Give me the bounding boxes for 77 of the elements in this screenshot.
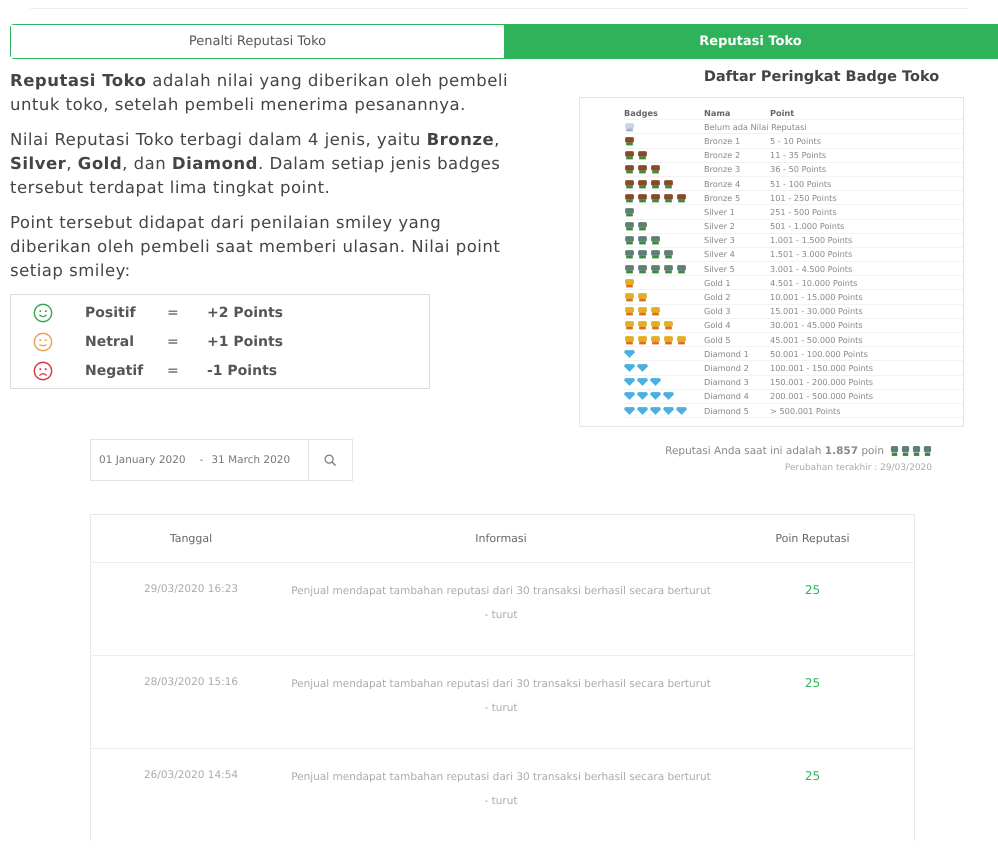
badge-name: Silver 5 xyxy=(704,264,736,274)
badge-points: 150.001 - 200.000 Points xyxy=(770,377,874,388)
date-range-field[interactable]: 01 January 2020 - 31 March 2020 xyxy=(90,439,353,482)
points-cell-text: 25 xyxy=(804,769,822,784)
column-header: Nama xyxy=(704,108,732,118)
badge-name: Silver 2 xyxy=(704,221,736,232)
badge-points: 1.001 - 1.500 Points xyxy=(770,235,854,246)
badge-name: Bronze 4 xyxy=(704,178,742,189)
points-cell-text: 25 xyxy=(804,583,822,598)
info-cell-text: Penjual mendapat tambahan reputasi dari 30 transaksi berhasil secara berturut - turut xyxy=(291,770,711,810)
badge-points: 15.001 - 30.000 Points xyxy=(770,306,864,316)
badge-name: Bronze 5 xyxy=(704,192,742,203)
badge-points: 200.001 - 500.000 Points xyxy=(770,391,874,402)
smiley-points: +2 Points xyxy=(207,304,284,320)
tab[interactable]: Reputasi Toko xyxy=(504,25,997,58)
paragraph: Reputasi Toko adalah nilai yang diberikan oleh pembeli untuk toko, setelah pembeli menerima pesanannya. xyxy=(10,70,510,116)
smiley-label: Positif xyxy=(85,304,137,320)
column-header: Informasi xyxy=(474,530,528,547)
badge-name: Belum ada Nilai Reputasi xyxy=(704,122,808,132)
info-cell-text: Penjual mendapat tambahan reputasi dari 30 transaksi berhasil secara berturut - turut xyxy=(291,584,711,624)
badge-name: Silver 3 xyxy=(704,235,736,246)
badge-name: Bronze 3 xyxy=(704,164,742,174)
column-header: Badges xyxy=(624,108,659,118)
badge-points: 51 - 100 Points xyxy=(770,178,832,189)
badge-points: 11 - 35 Points xyxy=(770,150,828,160)
column-header: Point xyxy=(770,108,796,118)
badge-name: Gold 4 xyxy=(704,320,732,330)
badge-name: Gold 2 xyxy=(704,292,732,302)
badge-points: 3.001 - 4.500 Points xyxy=(770,264,854,274)
badge-name: Diamond 2 xyxy=(704,362,750,373)
badge-points: > 500.001 Points xyxy=(770,406,842,416)
paragraph: Point tersebut didapat dari penilaian smiley yang diberikan oleh pembeli saat memberi ulasan. Nilai point setiap smiley: xyxy=(10,212,502,282)
badge-name: Gold 1 xyxy=(704,278,732,288)
paragraph: Nilai Reputasi Toko terbagi dalam 4 jenis, yaitu Bronze, Silver, Gold, dan Diamond. Dalam setiap jenis badges tersebut terdapat lima tingkat point. xyxy=(10,129,502,199)
badge-name: Gold 5 xyxy=(704,334,732,345)
badge-name: Bronze 1 xyxy=(704,136,742,146)
badge-name: Gold 3 xyxy=(704,306,732,316)
equals-sign: = xyxy=(167,362,180,378)
date-cell-text: 29/03/2020 16:23 xyxy=(142,583,240,596)
badge-points: 45.001 - 50.000 Points xyxy=(770,334,864,345)
smiley-label: Netral xyxy=(85,334,136,350)
column-header: Tanggal xyxy=(168,532,214,546)
badge-name: Diamond 5 xyxy=(704,406,750,416)
equals-sign: = xyxy=(167,334,180,350)
badge-name: Diamond 1 xyxy=(704,348,750,359)
badge-points: 100.001 - 150.000 Points xyxy=(770,362,874,373)
start-date: 01 January 2020 xyxy=(99,454,186,466)
badge-name: Silver 1 xyxy=(704,206,736,217)
date-cell-text: 28/03/2020 15:16 xyxy=(142,676,240,688)
smiley-points: +1 Points xyxy=(207,334,284,350)
current-reputation: Reputasi Anda saat ini adalah 1.857 poin xyxy=(665,445,884,458)
smiley-points: -1 Points xyxy=(207,362,278,378)
badge-points: 251 - 500 Points xyxy=(770,206,838,217)
date-separator: - xyxy=(200,454,204,466)
badge-points: 501 - 1.000 Points xyxy=(770,221,846,232)
badge-points: 1.501 - 3.000 Points xyxy=(770,249,854,260)
badge-points: 30.001 - 45.000 Points xyxy=(770,320,864,330)
badge-name: Silver 4 xyxy=(704,249,736,260)
badge-points: 50.001 - 100.000 Points xyxy=(770,348,869,359)
badge-points: 4.501 - 10.000 Points xyxy=(770,278,858,288)
badge-points: 10.001 - 15.000 Points xyxy=(770,292,864,302)
badge-points: 5 - 10 Points xyxy=(770,136,822,146)
badge-points: 36 - 50 Points xyxy=(770,164,828,174)
points-cell-text: 25 xyxy=(804,676,822,690)
badge-name: Bronze 2 xyxy=(704,150,742,160)
smiley-label: Negatif xyxy=(85,362,144,378)
equals-sign: = xyxy=(167,304,180,320)
search-icon xyxy=(324,454,337,467)
badge-name: Diamond 3 xyxy=(704,377,750,388)
last-updated: Perubahan terakhir : 29/03/2020 xyxy=(784,463,932,474)
badge-name: Diamond 4 xyxy=(704,391,750,402)
badge-list-title: Daftar Peringkat Badge Toko xyxy=(704,69,940,85)
badge-points: 101 - 250 Points xyxy=(770,192,838,203)
info-cell-text: Penjual mendapat tambahan reputasi dari 30 transaksi berhasil secara berturut - turut xyxy=(291,677,711,716)
column-header: Poin Reputasi xyxy=(774,532,851,546)
date-cell-text: 26/03/2020 14:54 xyxy=(142,769,240,782)
end-date: 31 March 2020 xyxy=(211,454,290,466)
